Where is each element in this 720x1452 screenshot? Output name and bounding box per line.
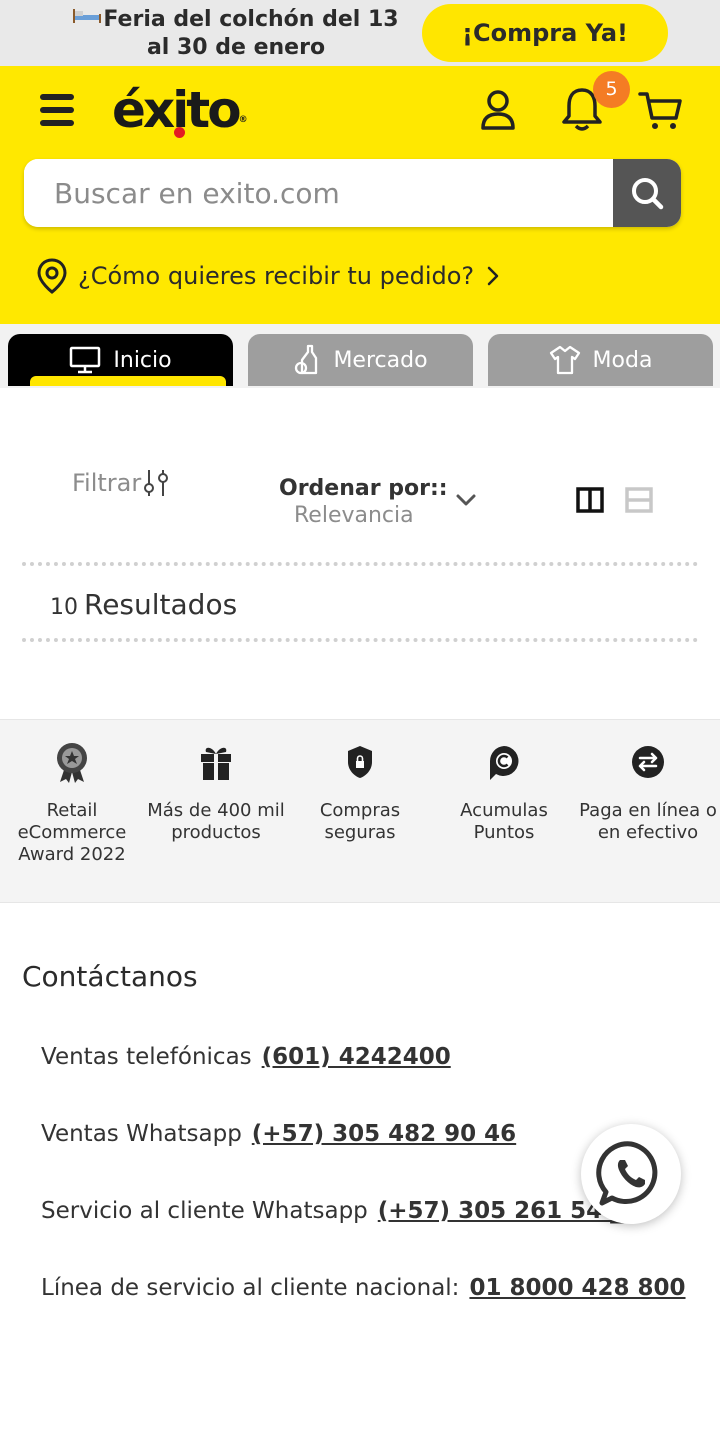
tab-label: Inicio: [113, 347, 172, 373]
sliders-icon: [144, 470, 169, 496]
contact-title: Contáctanos: [22, 960, 198, 993]
bottle-icon: [295, 344, 318, 375]
search-button[interactable]: [613, 159, 681, 227]
tab-inicio[interactable]: Inicio: [8, 334, 233, 386]
sort-label: Ordenar por::: [279, 476, 448, 501]
list-view-icon[interactable]: [625, 486, 653, 514]
benefit-label: Acumulas Puntos: [460, 800, 548, 843]
bed-icon: [73, 9, 102, 23]
benefit-label: Paga en línea o en efectivo: [579, 800, 717, 843]
contact-label: Servicio al cliente Whatsapp: [41, 1198, 368, 1224]
benefit-label: Compras seguras: [319, 800, 401, 843]
header: éxito® 5 Buscar en exito.com ¿Cómo quier…: [0, 66, 720, 324]
search-bar: [24, 159, 681, 227]
user-icon: [481, 90, 515, 130]
tab-moda[interactable]: Moda: [488, 334, 713, 386]
shirt-icon: [549, 345, 580, 375]
contact-row: Ventas Whatsapp (+57) 305 482 90 46: [41, 1121, 516, 1147]
whatsapp-sales-link[interactable]: (+57) 305 482 90 46: [252, 1121, 516, 1147]
benefit-label: Más de 400 mil productos: [147, 800, 285, 843]
search-input[interactable]: [24, 159, 613, 227]
search-icon: [632, 178, 664, 210]
exchange-icon: [632, 746, 664, 778]
chevron-right-icon: [487, 266, 499, 286]
promo-banner: Feria del colchón del 13 al 30 de enero …: [0, 0, 720, 66]
results-label: Resultados: [84, 588, 238, 621]
promo-text: Feria del colchón del 13 al 30 de enero: [62, 6, 410, 62]
active-tab-indicator: [30, 376, 226, 386]
results-number: 10: [50, 595, 78, 620]
whatsapp-icon: [596, 1141, 658, 1206]
contact-label: Línea de servicio al cliente nacional:: [41, 1275, 460, 1301]
national-service-link[interactable]: 01 8000 428 800: [469, 1275, 685, 1301]
sort-dropdown[interactable]: Ordenar por:: Relevancia: [279, 476, 479, 528]
whatsapp-floating-button[interactable]: [581, 1124, 681, 1224]
award-icon: [57, 743, 87, 783]
chevron-down-icon[interactable]: [455, 492, 477, 508]
filter-label: Filtrar: [72, 469, 142, 497]
notification-badge: 5: [593, 71, 630, 108]
gift-icon: [201, 747, 231, 780]
contact-row: Ventas telefónicas (601) 4242400: [41, 1044, 451, 1070]
grid-view-icon[interactable]: [576, 486, 604, 514]
delivery-prompt: ¿Cómo quieres recibir tu pedido?: [78, 262, 475, 290]
tab-label: Moda: [592, 347, 653, 373]
user-account-button[interactable]: [478, 88, 518, 132]
points-icon: [489, 746, 519, 780]
phone-sales-link[interactable]: (601) 4242400: [262, 1044, 451, 1070]
monitor-icon: [70, 346, 101, 374]
tab-mercado[interactable]: Mercado: [248, 334, 473, 386]
location-pin-icon: [37, 258, 67, 294]
cart-button[interactable]: [638, 90, 684, 132]
delivery-selector[interactable]: ¿Cómo quieres recibir tu pedido?: [36, 254, 500, 298]
category-tabs: Inicio Mercado Moda: [0, 324, 720, 388]
sort-value: Relevancia: [294, 503, 414, 528]
cart-icon: [638, 92, 682, 129]
contact-row: Servicio al cliente Whatsapp (+57) 305 26…: [41, 1198, 633, 1224]
contact-row: Línea de servicio al cliente nacional: 01…: [41, 1275, 686, 1301]
contact-label: Ventas telefónicas: [41, 1044, 252, 1070]
shield-lock-icon: [348, 746, 372, 778]
benefits-strip: Retail eCommerce Award 2022 Más de 400 m…: [0, 719, 720, 903]
tab-label: Mercado: [333, 347, 428, 373]
divider: [22, 638, 698, 642]
results-count: 10 Resultados: [50, 588, 237, 621]
benefit-label: Retail eCommerce Award 2022: [17, 800, 127, 865]
exito-logo[interactable]: éxito®: [112, 82, 248, 138]
buy-now-button[interactable]: ¡Compra Ya!: [422, 4, 668, 62]
contact-label: Ventas Whatsapp: [41, 1121, 242, 1147]
menu-icon[interactable]: [40, 94, 76, 128]
divider: [22, 562, 698, 566]
promo-message: Feria del colchón del 13 al 30 de enero: [103, 7, 399, 60]
filter-button[interactable]: Filtrar: [72, 468, 171, 498]
